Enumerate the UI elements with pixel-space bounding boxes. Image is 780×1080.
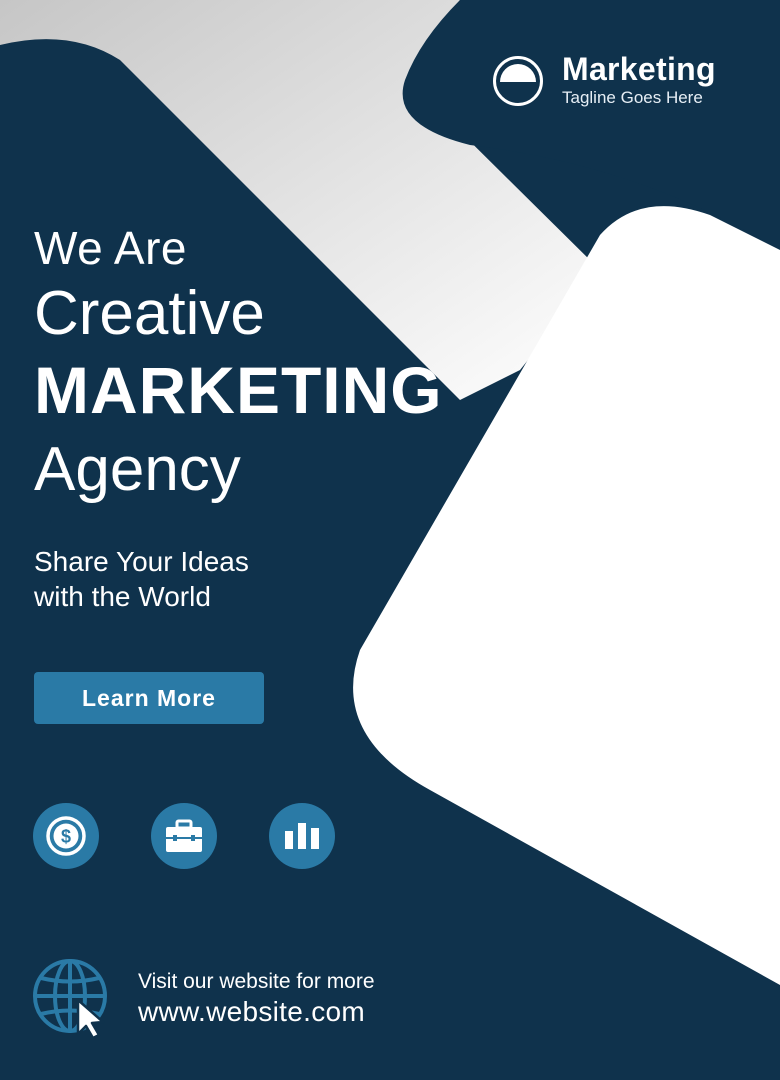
- learn-more-button[interactable]: Learn More: [34, 672, 264, 724]
- subheading: Share Your Ideas with the World: [34, 544, 249, 614]
- visit-text: Visit our website for more: [138, 970, 375, 993]
- brand-logo[interactable]: Marketing Tagline Goes Here: [492, 52, 716, 110]
- globe-cursor-icon: [33, 959, 107, 1040]
- bar-chart-icon[interactable]: [269, 803, 335, 869]
- headline-line-1: We Are: [34, 222, 187, 274]
- headline: We Are Creative MARKETING Agency: [34, 222, 443, 510]
- bar-chart-glyph: [285, 823, 319, 849]
- headline-line-3: MARKETING: [34, 353, 443, 427]
- footer-text: Visit our website for more www.website.c…: [138, 969, 375, 1029]
- subheading-line-1: Share Your Ideas: [34, 546, 249, 577]
- background-shapes: [0, 0, 780, 1080]
- dollar-icon[interactable]: $: [33, 803, 99, 869]
- brand-name: Marketing: [562, 51, 716, 87]
- svg-text:$: $: [61, 827, 71, 847]
- website-link[interactable]: www.website.com: [138, 995, 375, 1029]
- briefcase-glyph: [166, 819, 202, 852]
- brand-tagline: Tagline Goes Here: [562, 88, 703, 107]
- headline-line-2: Creative: [34, 279, 265, 348]
- subheading-line-2: with the World: [34, 581, 211, 612]
- dollar-glyph: $: [46, 816, 86, 856]
- feature-icons: $: [33, 803, 387, 869]
- briefcase-icon[interactable]: [151, 803, 217, 869]
- flyer: Marketing Tagline Goes Here We Are Creat…: [0, 0, 780, 1080]
- headline-line-4: Agency: [34, 435, 241, 504]
- logo-mark-icon: [493, 56, 543, 106]
- footer: Visit our website for more www.website.c…: [32, 958, 375, 1040]
- logo-text: Marketing Tagline Goes Here: [562, 52, 716, 110]
